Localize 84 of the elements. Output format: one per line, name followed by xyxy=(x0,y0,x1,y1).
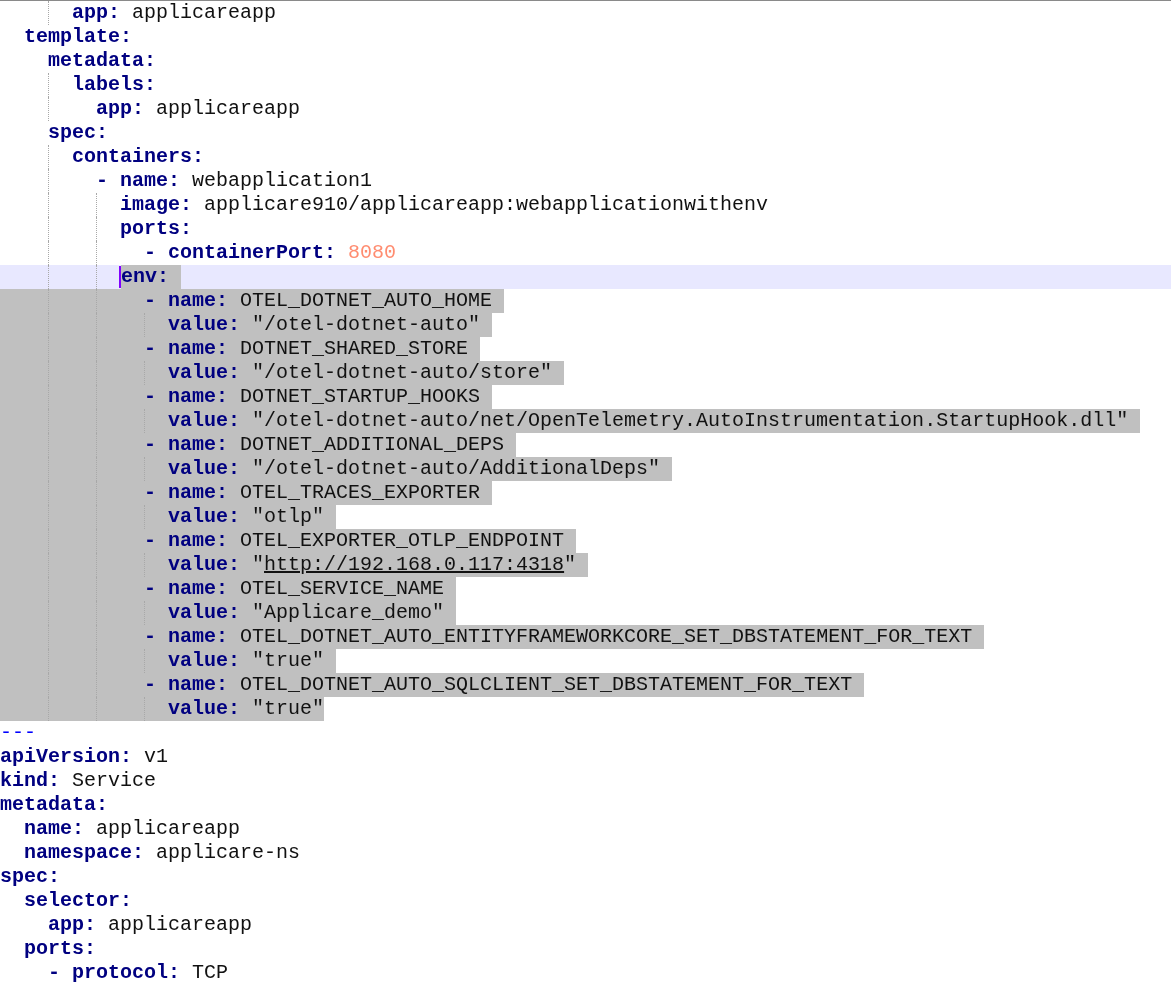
yaml-key: value: xyxy=(168,553,240,577)
yaml-key: spec: xyxy=(0,865,60,889)
yaml-value: applicare910/applicareapp:webapplicationwithenv xyxy=(204,193,769,217)
yaml-key: metadata: xyxy=(0,793,109,817)
yaml-key: value: xyxy=(168,697,240,721)
yaml-key: name: xyxy=(24,817,84,841)
list-dash: - xyxy=(144,385,156,409)
yaml-key: value: xyxy=(168,409,240,433)
document-separator: --- xyxy=(0,721,36,745)
list-dash: - xyxy=(96,169,108,193)
yaml-key: image: xyxy=(120,193,192,217)
yaml-key: name: xyxy=(168,385,229,409)
yaml-key: name: xyxy=(168,433,229,457)
list-dash: - xyxy=(144,673,156,697)
yaml-key: name: xyxy=(168,337,229,361)
yaml-key: value: xyxy=(168,649,240,673)
list-dash: - xyxy=(144,433,156,457)
yaml-key: value: xyxy=(168,457,240,481)
yaml-value: TCP xyxy=(192,961,229,982)
list-dash: - xyxy=(144,289,156,313)
yaml-key: name: xyxy=(168,289,229,313)
yaml-value: OTEL_DOTNET_AUTO_ENTITYFRAMEWORKCORE_SET_DBSTATEMENT_FOR_TEXT xyxy=(240,625,973,649)
yaml-value: OTEL_EXPORTER_OTLP_ENDPOINT xyxy=(240,529,565,553)
yaml-value: webapplication1 xyxy=(192,169,373,193)
list-dash: - xyxy=(144,529,156,553)
yaml-key: spec: xyxy=(48,121,108,145)
list-dash: - xyxy=(144,481,156,505)
yaml-key: protocol: xyxy=(72,961,181,982)
yaml-value: applicare-ns xyxy=(156,841,301,865)
yaml-key: value: xyxy=(168,313,240,337)
yaml-value: applicareapp xyxy=(132,1,277,25)
yaml-key: containerPort: xyxy=(168,241,337,265)
yaml-key: template: xyxy=(24,25,133,49)
yaml-key: name: xyxy=(168,625,229,649)
yaml-key: value: xyxy=(168,361,240,385)
yaml-key: selector: xyxy=(24,889,133,913)
yaml-value: applicareapp xyxy=(156,97,301,121)
yaml-key: ports: xyxy=(120,217,192,241)
yaml-key: value: xyxy=(168,601,240,625)
yaml-key: name: xyxy=(168,673,229,697)
list-dash: - xyxy=(144,337,156,361)
list-dash: - xyxy=(144,241,156,265)
yaml-value: DOTNET_ADDITIONAL_DEPS xyxy=(240,433,505,457)
yaml-value: DOTNET_STARTUP_HOOKS xyxy=(240,385,481,409)
yaml-key: name: xyxy=(168,529,229,553)
yaml-value: applicareapp xyxy=(108,913,253,937)
quote-mark: " xyxy=(252,553,265,577)
yaml-value: OTEL_DOTNET_AUTO_SQLCLIENT_SET_DBSTATEMENT_FOR_TEXT xyxy=(240,673,853,697)
yaml-key: ports: xyxy=(24,937,96,961)
list-dash: - xyxy=(144,625,156,649)
yaml-value: applicareapp xyxy=(96,817,241,841)
yaml-key: labels: xyxy=(72,73,156,97)
yaml-key: env: xyxy=(121,265,169,289)
yaml-value: OTEL_TRACES_EXPORTER xyxy=(240,481,481,505)
yaml-value: Service xyxy=(72,769,157,793)
yaml-value: OTEL_SERVICE_NAME xyxy=(240,577,445,601)
yaml-value: v1 xyxy=(144,745,169,769)
url-link[interactable]: http://192.168.0.117:4318 xyxy=(264,553,565,577)
yaml-value: "/otel-dotnet-auto/AdditionalDeps" xyxy=(252,457,661,481)
list-dash: - xyxy=(144,577,156,601)
yaml-key: containers: xyxy=(72,145,205,169)
yaml-value: "/otel-dotnet-auto/net/OpenTelemetry.AutoInstrumentation.StartupHook.dll" xyxy=(252,409,1129,433)
yaml-key: metadata: xyxy=(48,49,157,73)
yaml-key: app: xyxy=(48,913,96,937)
yaml-value: DOTNET_SHARED_STORE xyxy=(240,337,469,361)
yaml-key: namespace: xyxy=(24,841,145,865)
yaml-key: app: xyxy=(96,97,144,121)
yaml-key: name: xyxy=(120,169,181,193)
yaml-value: "true" xyxy=(252,697,325,721)
yaml-value: "otlp" xyxy=(252,505,325,529)
list-dash: - xyxy=(48,961,60,982)
yaml-key: name: xyxy=(168,577,229,601)
yaml-key: value: xyxy=(168,505,240,529)
yaml-key: name: xyxy=(168,481,229,505)
yaml-value: "/otel-dotnet-auto" xyxy=(252,313,481,337)
yaml-value: "true" xyxy=(252,649,325,673)
yaml-key: kind: xyxy=(0,769,60,793)
yaml-value: OTEL_DOTNET_AUTO_HOME xyxy=(240,289,493,313)
yaml-value: "Applicare_demo" xyxy=(252,601,445,625)
yaml-key: app: xyxy=(72,1,120,25)
quote-mark: " xyxy=(564,553,577,577)
yaml-value: "/otel-dotnet-auto/store" xyxy=(252,361,553,385)
yaml-key: apiVersion: xyxy=(0,745,133,769)
yaml-number: 8080 xyxy=(348,241,397,265)
